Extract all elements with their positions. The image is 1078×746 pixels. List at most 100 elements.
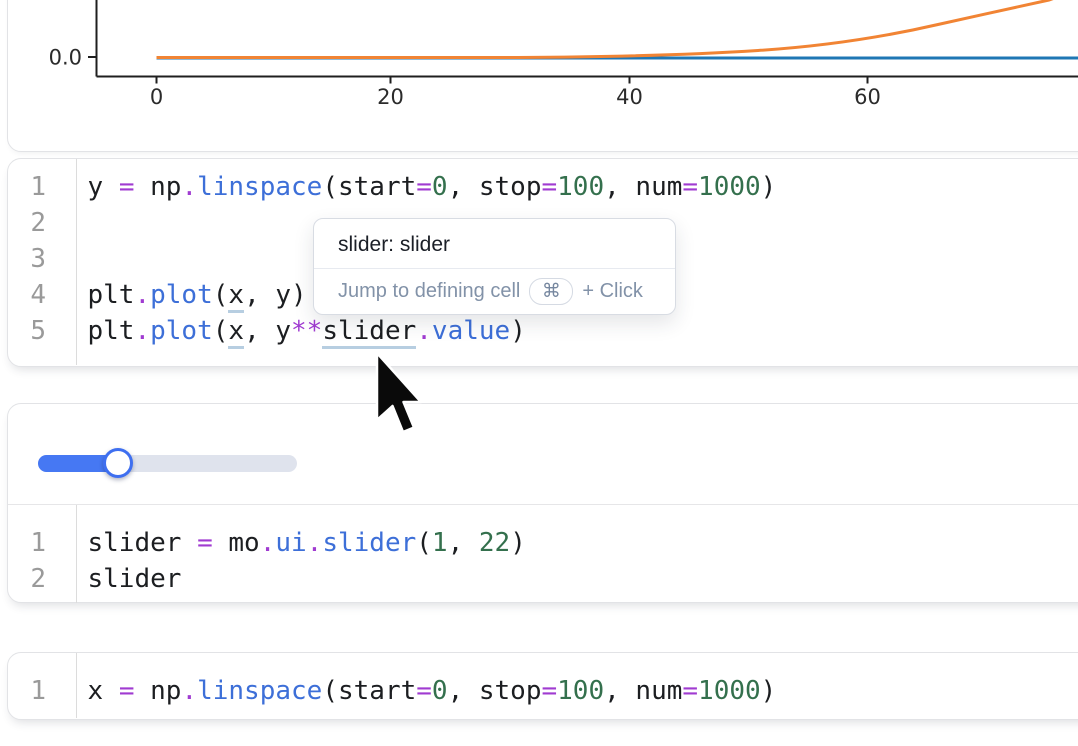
line-number: 4: [8, 277, 46, 313]
code-editor-slider[interactable]: 1slider = mo.ui.slider(1, 22)2slider: [8, 505, 1078, 603]
line-number: 2: [8, 205, 46, 241]
code-content: [46, 205, 88, 241]
cross-cell-variable[interactable]: x: [228, 316, 244, 349]
line-number: 3: [8, 241, 46, 277]
code-line[interactable]: 1y = np.linspace(start=0, stop=100, num=…: [8, 169, 1078, 205]
code-token: np: [134, 676, 181, 706]
variable-tooltip: slider: slider Jump to defining cell ⌘ +…: [313, 218, 676, 315]
code-content: slider: [46, 561, 181, 597]
code-token: 0: [432, 172, 448, 202]
code-token: =: [197, 528, 213, 558]
code-token: =: [416, 676, 432, 706]
code-token: mo: [213, 528, 260, 558]
cross-cell-variable[interactable]: x: [228, 280, 244, 313]
cell-x-code: 1x = np.linspace(start=0, stop=100, num=…: [7, 652, 1078, 720]
tooltip-action-label: Jump to defining cell: [338, 280, 520, 303]
code-token: value: [432, 316, 510, 346]
line-number: 1: [8, 673, 46, 709]
tooltip-action-suffix: + Click: [582, 280, 643, 303]
code-token: slider: [322, 528, 416, 558]
code-token: .: [181, 172, 197, 202]
code-token: plot: [150, 316, 213, 346]
code-token: linspace: [197, 676, 322, 706]
code-token: 1000: [698, 172, 761, 202]
code-token: ): [510, 528, 526, 558]
code-token: .: [416, 316, 432, 346]
code-token: , num: [604, 172, 682, 202]
code-token: 1: [432, 528, 448, 558]
code-token: ): [761, 676, 777, 706]
cell-slider: 1slider = mo.ui.slider(1, 22)2slider: [7, 403, 1078, 603]
code-token: (: [416, 528, 432, 558]
series-orange-line: [157, 0, 1067, 57]
x-tick-label: 20: [377, 85, 404, 109]
code-token: , y): [244, 280, 307, 310]
tooltip-action-row: Jump to defining cell ⌘ + Click: [314, 269, 675, 314]
code-token: 100: [557, 676, 604, 706]
x-tick-label: 60: [854, 85, 881, 109]
code-content: y = np.linspace(start=0, stop=100, num=1…: [46, 169, 776, 205]
code-editor-x[interactable]: 1x = np.linspace(start=0, stop=100, num=…: [8, 653, 1078, 718]
code-token: =: [682, 676, 698, 706]
code-content: slider = mo.ui.slider(1, 22): [46, 525, 526, 561]
command-key-badge: ⌘: [529, 278, 573, 305]
code-token: (start: [322, 676, 416, 706]
x-tick-label: 40: [616, 85, 643, 109]
code-token: (start: [322, 172, 416, 202]
code-token: =: [416, 172, 432, 202]
code-token: .: [181, 676, 197, 706]
code-token: .: [260, 528, 276, 558]
code-token: y: [88, 172, 119, 202]
code-content: plt.plot(x, y**slider.value): [46, 313, 526, 349]
code-token: plt: [88, 280, 135, 310]
code-token: ): [761, 172, 777, 202]
code-line[interactable]: 5plt.plot(x, y**slider.value): [8, 313, 1078, 349]
line-number: 2: [8, 561, 46, 597]
slider-thumb[interactable]: [103, 448, 133, 478]
code-token: slider: [88, 528, 198, 558]
code-token: x: [88, 676, 119, 706]
slider-track[interactable]: [38, 455, 297, 472]
matplotlib-chart: 0.0 0 20 40 60: [8, 0, 1078, 152]
code-line[interactable]: 2slider: [8, 561, 1078, 597]
tooltip-title: slider: slider: [314, 219, 675, 269]
code-content: plt.plot(x, y): [46, 277, 307, 313]
slider-output-area: [8, 404, 1078, 505]
code-token: =: [541, 172, 557, 202]
code-token: plot: [150, 280, 213, 310]
code-token: linspace: [197, 172, 322, 202]
code-token: , y: [244, 316, 291, 346]
line-number: 1: [8, 525, 46, 561]
code-token: 100: [557, 172, 604, 202]
cursor-pointer-icon: [374, 350, 428, 442]
code-token: =: [541, 676, 557, 706]
code-token: np: [134, 172, 181, 202]
slider-widget[interactable]: [38, 436, 297, 490]
code-token: ui: [275, 528, 306, 558]
code-line[interactable]: 1x = np.linspace(start=0, stop=100, num=…: [8, 673, 1078, 709]
code-token: =: [119, 172, 135, 202]
line-number: 5: [8, 313, 46, 349]
x-tick-label: 0: [150, 85, 163, 109]
code-token: , num: [604, 676, 682, 706]
code-token: =: [119, 676, 135, 706]
code-token: .: [134, 280, 150, 310]
code-token: (: [213, 280, 229, 310]
code-token: plt: [88, 316, 135, 346]
code-token: **: [291, 316, 322, 346]
code-token: (: [213, 316, 229, 346]
code-token: 1000: [698, 676, 761, 706]
code-token: ): [510, 316, 526, 346]
cell-output-chart: 0.0 0 20 40 60: [7, 0, 1078, 152]
code-content: x = np.linspace(start=0, stop=100, num=1…: [46, 673, 776, 709]
code-token: .: [134, 316, 150, 346]
code-content: [46, 241, 88, 277]
cross-cell-variable[interactable]: slider: [322, 316, 416, 349]
code-token: , stop: [448, 172, 542, 202]
code-line[interactable]: 1slider = mo.ui.slider(1, 22): [8, 525, 1078, 561]
code-token: , stop: [448, 676, 542, 706]
code-token: ,: [448, 528, 479, 558]
y-tick-label: 0.0: [49, 45, 82, 69]
code-token: 0: [432, 676, 448, 706]
code-token: 22: [479, 528, 510, 558]
